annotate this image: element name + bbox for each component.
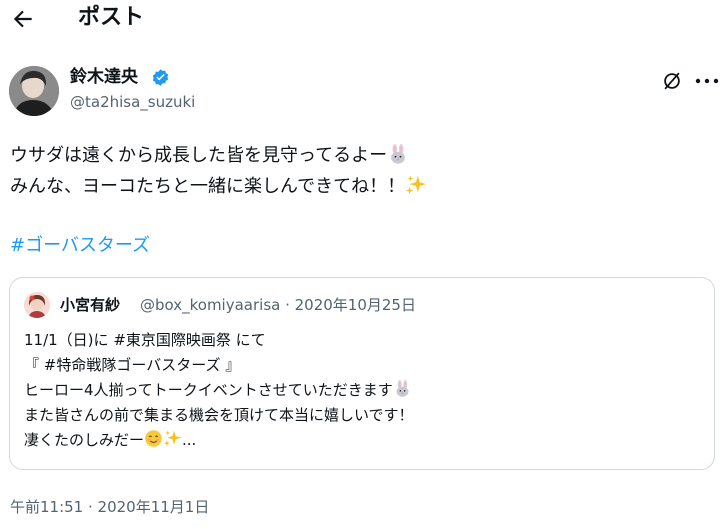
quoted-author-avatar[interactable] [24, 292, 50, 318]
author-avatar[interactable] [9, 66, 59, 116]
author-name[interactable]: 鈴木達央 [70, 66, 138, 88]
quoted-tweet-card[interactable]: 小宮有紗 @box_komiyaarisa · 2020年10月25日 11/1… [9, 277, 715, 470]
quoted-line: 凄くたのしみだー ... [24, 430, 197, 449]
tweet-line: みんな、ヨーコたちと一緒に楽しんできてね！！ [10, 171, 427, 202]
sparkles-emoji-icon [406, 175, 427, 195]
rabbit-emoji-icon [396, 379, 409, 397]
quoted-line: ヒーロー4人揃ってトークイベントさせていただきます [24, 378, 414, 403]
top-bar: ポスト [0, 0, 728, 40]
smiling-face-emoji-icon [145, 430, 162, 447]
rabbit-emoji-icon [391, 143, 405, 164]
quoted-line: また皆さんの前で集まる機会を頂けて本当に嬉しいです！ [24, 406, 414, 424]
page-title: ポスト [78, 5, 145, 30]
quoted-tweet-text: 11/1（日)に #東京国際映画祭 にて 『 #特命戦隊ゴーバスターズ 』 ヒー… [24, 328, 414, 453]
more-icon[interactable] [694, 74, 720, 88]
quoted-hashtag: #特命戦隊ゴーバスターズ [43, 356, 221, 374]
verified-badge-icon [152, 69, 169, 86]
tweet-text: ウサダは遠くから成長した皆を見守ってるよー みんな、ヨーコたちと一緒に楽しんでき… [10, 140, 427, 202]
arrow-left-icon[interactable] [10, 6, 36, 32]
sparkles-emoji-icon [163, 430, 182, 447]
quoted-line: 11/1（日)に #東京国際映画祭 にて [24, 331, 266, 349]
hashtag-link[interactable]: #ゴーバスターズ [10, 230, 150, 261]
tweet-timestamp[interactable]: 午前11:51 · 2020年11月1日 [10, 496, 209, 518]
quoted-line: 『 #特命戦隊ゴーバスターズ 』 [24, 356, 241, 374]
quoted-author-name: 小宮有紗 [60, 296, 121, 314]
quoted-hashtag: #東京国際映画祭 [113, 331, 231, 349]
grok-icon[interactable] [661, 70, 683, 92]
author-handle[interactable]: @ta2hisa_suzuki [70, 92, 195, 112]
quoted-author-meta: @box_komiyaarisa · 2020年10月25日 [140, 296, 416, 314]
tweet-line: ウサダは遠くから成長した皆を見守ってるよー [10, 140, 427, 171]
